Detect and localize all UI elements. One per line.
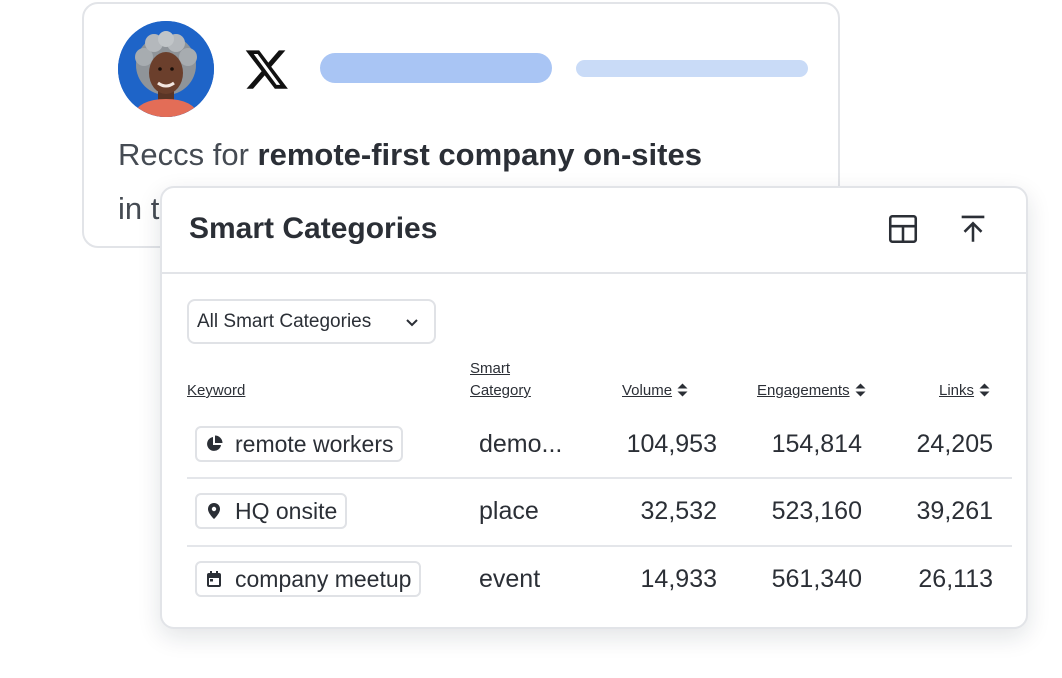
table-row: remote workers demo... 104,953 154,814 2… xyxy=(187,412,1012,480)
keyword-chip[interactable]: remote workers xyxy=(195,426,404,462)
category-filter-value: All Smart Categories xyxy=(197,310,372,332)
sort-icon xyxy=(979,383,990,397)
post-text-bold: remote-first company on-sites xyxy=(257,137,702,172)
sort-icon xyxy=(677,383,688,397)
table-row: company meetup event 14,933 561,340 26,1… xyxy=(187,547,1012,615)
sort-icon xyxy=(855,383,866,397)
category-cell: place xyxy=(479,497,539,525)
volume-cell: 14,933 xyxy=(640,565,717,593)
avatar xyxy=(118,21,214,117)
smart-categories-panel: Smart Categories All Smart Categories Ke… xyxy=(160,186,1028,629)
x-logo-icon xyxy=(245,50,288,89)
column-header-smart-category[interactable]: Smart Category xyxy=(470,358,531,402)
panel-header: Smart Categories xyxy=(162,188,1026,274)
keyword-chip[interactable]: HQ onsite xyxy=(195,493,348,529)
placeholder-bar-primary xyxy=(320,53,552,83)
column-header-engagements-label: Engagements xyxy=(757,382,850,399)
column-header-volume[interactable]: Volume xyxy=(622,380,688,402)
post-text-prefix: Reccs for xyxy=(118,137,258,172)
volume-cell: 104,953 xyxy=(626,430,717,458)
column-header-category-line1: Smart xyxy=(470,360,511,377)
keyword-label: remote workers xyxy=(235,430,394,457)
column-header-links[interactable]: Links xyxy=(939,380,990,402)
pie-chart-icon xyxy=(207,435,223,451)
column-header-keyword[interactable]: Keyword xyxy=(187,380,245,402)
chevron-down-icon xyxy=(406,319,418,327)
category-cell: demo... xyxy=(479,430,563,458)
volume-cell: 32,532 xyxy=(640,497,717,525)
column-header-volume-label: Volume xyxy=(622,382,673,399)
keyword-label: HQ onsite xyxy=(235,497,338,524)
column-header-engagements[interactable]: Engagements xyxy=(757,380,866,402)
keyword-label: company meetup xyxy=(235,565,412,592)
panel-title: Smart Categories xyxy=(189,212,438,245)
calendar-icon xyxy=(207,571,221,587)
keyword-chip[interactable]: company meetup xyxy=(195,561,422,597)
table-row: HQ onsite place 32,532 523,160 39,261 xyxy=(187,479,1012,547)
column-header-links-label: Links xyxy=(939,382,975,399)
category-filter-dropdown[interactable]: All Smart Categories xyxy=(187,299,436,344)
links-cell: 39,261 xyxy=(916,497,993,525)
grid-icon[interactable] xyxy=(886,212,920,246)
placeholder-bar-secondary xyxy=(576,60,808,77)
avatar-image xyxy=(118,21,214,117)
category-cell: event xyxy=(479,565,541,593)
location-pin-icon xyxy=(208,503,220,519)
column-header-category-line2: Category xyxy=(470,382,531,399)
upload-icon[interactable] xyxy=(956,212,990,246)
post-text-line2: in t xyxy=(118,191,160,226)
links-cell: 26,113 xyxy=(918,565,993,593)
links-cell: 24,205 xyxy=(916,430,993,458)
